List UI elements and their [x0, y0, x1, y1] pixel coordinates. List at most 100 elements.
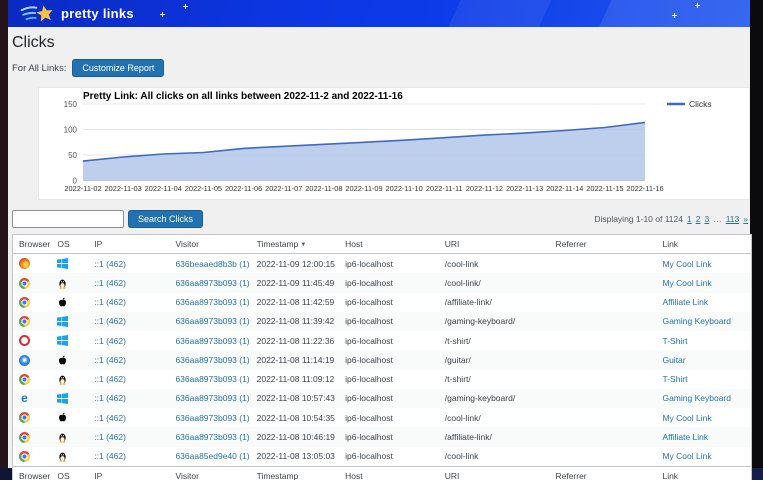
column-label: URI	[445, 471, 460, 480]
visitor-link[interactable]: 636aa85ed9e40 (1)	[175, 451, 249, 461]
chrome-icon	[19, 374, 30, 385]
cell-referrer	[549, 254, 656, 274]
ip-link[interactable]: ::1 (462)	[94, 393, 126, 403]
cell-uri: /gaming-keyboard/	[439, 389, 550, 408]
next-page-link[interactable]: »	[743, 214, 748, 224]
pretty-links-banner: pretty links	[8, 0, 750, 27]
cell-ip: ::1 (462)	[88, 254, 169, 274]
column-header-ip[interactable]: IP	[88, 235, 169, 254]
visitor-link[interactable]: 636aa8973b093 (1)	[175, 336, 249, 346]
cell-referrer	[549, 331, 656, 350]
column-header-host[interactable]: Host	[339, 235, 439, 254]
cell-host: ip6-localhost	[339, 427, 439, 446]
cell-ip: ::1 (462)	[88, 447, 169, 467]
search-clicks-button[interactable]: Search Clicks	[128, 210, 203, 228]
cell-visitor: 636beaaed8b3b (1)	[169, 254, 250, 274]
link-link[interactable]: T-Shirt	[662, 374, 687, 384]
windows-icon	[57, 335, 68, 346]
cell-visitor: 636aa8973b093 (1)	[169, 331, 250, 350]
visitor-link[interactable]: 636aa8973b093 (1)	[175, 355, 249, 365]
safari-icon	[19, 355, 30, 366]
visitor-link[interactable]: 636aa8973b093 (1)	[175, 278, 249, 288]
sparkle-icon	[695, 3, 700, 8]
linux-icon	[57, 374, 68, 385]
cell-os	[51, 331, 88, 350]
column-header-uri[interactable]: URI	[439, 466, 550, 480]
ip-link[interactable]: ::1 (462)	[94, 432, 126, 442]
column-label: Link	[662, 239, 678, 249]
link-link[interactable]: Affiliate Link	[662, 432, 708, 442]
cell-ip: ::1 (462)	[88, 370, 169, 389]
column-header-os[interactable]: OS	[51, 235, 88, 254]
cell-timestamp: 2022-11-08 11:09:12	[251, 370, 340, 389]
column-header-browser[interactable]: Browser	[13, 235, 51, 254]
cell-host: ip6-localhost	[339, 331, 439, 350]
page-link-2[interactable]: 2	[696, 214, 701, 224]
column-header-link[interactable]: Link	[656, 466, 751, 480]
cell-os	[51, 273, 88, 292]
ip-link[interactable]: ::1 (462)	[94, 413, 126, 423]
column-header-uri[interactable]: URI	[439, 235, 550, 254]
cell-browser	[13, 370, 51, 389]
ip-link[interactable]: ::1 (462)	[94, 297, 126, 307]
ip-link[interactable]: ::1 (462)	[94, 374, 126, 384]
y-tick-label: 150	[64, 100, 78, 109]
column-label: Visitor	[175, 471, 198, 480]
chrome-icon	[19, 297, 30, 308]
cell-referrer	[549, 370, 656, 389]
column-header-ip[interactable]: IP	[88, 466, 169, 480]
link-link[interactable]: My Cool Link	[662, 278, 711, 288]
cell-visitor: 636aa8973b093 (1)	[169, 427, 250, 446]
cell-uri: /guitar/	[439, 350, 550, 369]
link-link[interactable]: My Cool Link	[662, 259, 711, 269]
table-row: ::1 (462)636aa8973b093 (1)2022-11-08 11:…	[13, 350, 751, 369]
sparkle-icon	[160, 12, 165, 17]
windows-icon	[57, 393, 68, 404]
column-label: OS	[57, 239, 69, 249]
column-label: IP	[94, 471, 102, 480]
cell-visitor: 636aa8973b093 (1)	[169, 293, 250, 312]
cell-link: My Cool Link	[656, 273, 751, 292]
column-header-host[interactable]: Host	[339, 466, 439, 480]
ip-link[interactable]: ::1 (462)	[94, 278, 126, 288]
link-link[interactable]: Affiliate Link	[662, 297, 708, 307]
page-link-1[interactable]: 1	[687, 214, 692, 224]
customize-report-button[interactable]: Customize Report	[72, 59, 164, 77]
column-header-timestamp[interactable]: Timestamp▼	[251, 235, 340, 254]
column-header-timestamp[interactable]: Timestamp	[251, 466, 340, 480]
column-header-link[interactable]: Link	[656, 235, 751, 254]
visitor-link[interactable]: 636aa8973b093 (1)	[175, 432, 249, 442]
column-header-browser[interactable]: Browser	[13, 466, 51, 480]
link-link[interactable]: Gaming Keyboard	[662, 316, 731, 326]
ip-link[interactable]: ::1 (462)	[94, 316, 126, 326]
search-input[interactable]	[12, 210, 124, 228]
visitor-link[interactable]: 636beaaed8b3b (1)	[175, 259, 249, 269]
ip-link[interactable]: ::1 (462)	[94, 355, 126, 365]
link-link[interactable]: My Cool Link	[662, 451, 711, 461]
cell-host: ip6-localhost	[339, 408, 439, 427]
column-header-os[interactable]: OS	[51, 466, 88, 480]
ip-link[interactable]: ::1 (462)	[94, 259, 126, 269]
link-link[interactable]: T-Shirt	[662, 336, 687, 346]
visitor-link[interactable]: 636aa8973b093 (1)	[175, 413, 249, 423]
link-link[interactable]: Guitar	[662, 355, 685, 365]
last-page-link[interactable]: 113	[726, 214, 740, 224]
report-scope-label: For All Links:	[12, 63, 66, 74]
column-header-visitor[interactable]: Visitor	[169, 466, 250, 480]
visitor-link[interactable]: 636aa8973b093 (1)	[175, 393, 249, 403]
column-label: Referrer	[555, 471, 586, 480]
ip-link[interactable]: ::1 (462)	[94, 336, 126, 346]
x-tick-label: 2022-11-09	[345, 184, 382, 193]
column-header-referrer[interactable]: Referrer	[549, 235, 656, 254]
ip-link[interactable]: ::1 (462)	[94, 451, 126, 461]
cell-browser	[13, 312, 51, 331]
sparkle-icon	[672, 13, 677, 18]
column-header-visitor[interactable]: Visitor	[169, 235, 250, 254]
visitor-link[interactable]: 636aa8973b093 (1)	[175, 374, 249, 384]
visitor-link[interactable]: 636aa8973b093 (1)	[175, 297, 249, 307]
link-link[interactable]: Gaming Keyboard	[662, 393, 731, 403]
column-header-referrer[interactable]: Referrer	[549, 466, 656, 480]
page-link-3[interactable]: 3	[704, 214, 709, 224]
link-link[interactable]: My Cool Link	[662, 413, 711, 423]
visitor-link[interactable]: 636aa8973b093 (1)	[175, 316, 249, 326]
